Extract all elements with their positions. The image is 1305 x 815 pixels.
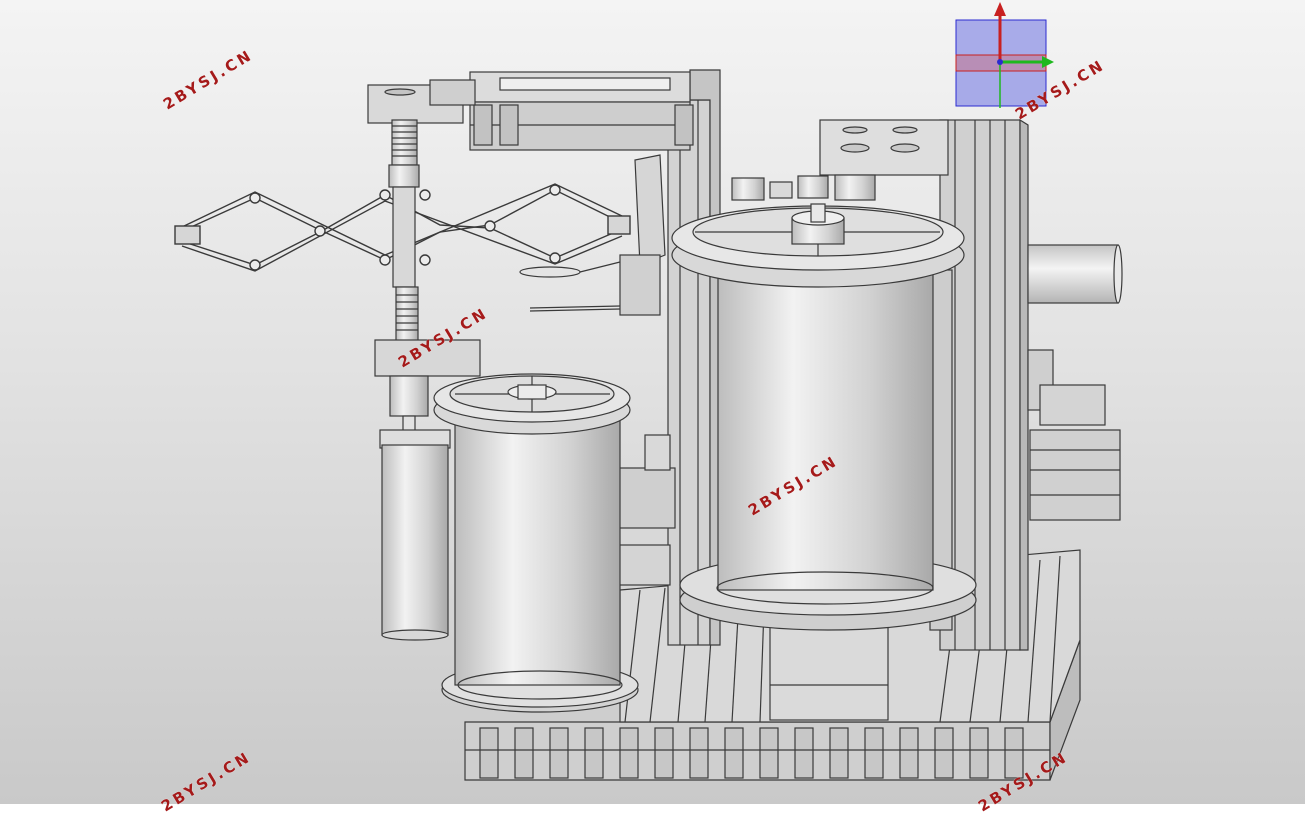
guide-rail [519,154,666,316]
right-brackets [1027,349,1121,521]
large-spool [671,203,977,631]
left-motor [379,429,451,641]
3d-model-assembly[interactable] [0,0,1305,804]
top-beam [469,71,694,151]
cad-viewport[interactable]: 2BYSJ.CN 2BYSJ.CN 2BYSJ.CN 2BYSJ.CN 2BYS… [0,0,1305,815]
y-axis-arrowhead [1042,56,1054,68]
center-post [667,69,721,646]
small-spool [433,373,639,713]
upper-fittings [731,175,829,201]
side-tube [1027,244,1123,304]
x-axis-arrowhead [994,2,1006,16]
